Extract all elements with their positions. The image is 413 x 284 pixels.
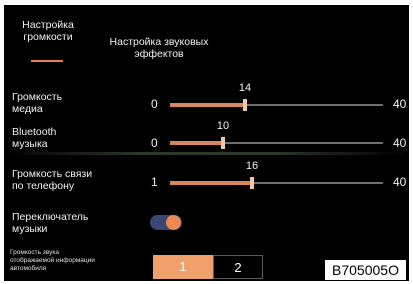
tab-label-line2: эффектов <box>134 48 184 60</box>
music-switch-toggle[interactable] <box>150 215 182 230</box>
image-reference-code: B705005O <box>324 259 407 281</box>
slider-current-value: 10 <box>216 120 230 132</box>
phone-call-volume-min: 1 <box>151 175 158 189</box>
slider-fill <box>170 181 252 185</box>
bluetooth-music-max: 40 <box>393 136 407 150</box>
info-volume-option-2[interactable]: 2 <box>213 255 263 279</box>
bluetooth-music-slider[interactable]: 10 <box>170 120 383 149</box>
info-volume-label: Громкость звука отображаемой информации … <box>10 249 95 272</box>
phone-call-volume-label: Громкость связи по телефону <box>12 168 93 192</box>
slider-current-value: 14 <box>238 82 252 94</box>
media-volume-slider[interactable]: 14 <box>170 82 383 111</box>
tab-sound-effects-settings[interactable]: Настройка звуковых эффектов <box>96 36 222 60</box>
music-switch-label: Переключатель музыки <box>12 211 89 235</box>
slider-current-value: 16 <box>245 160 259 172</box>
slider-thumb[interactable] <box>250 177 254 189</box>
bluetooth-music-min: 0 <box>151 136 158 150</box>
toggle-knob <box>166 215 181 230</box>
tab-label-line2: громкости <box>23 31 73 43</box>
info-volume-option-1[interactable]: 1 <box>153 255 213 279</box>
phone-call-volume-slider[interactable]: 16 <box>170 160 383 189</box>
bluetooth-music-label: Bluetooth музыка <box>12 126 57 150</box>
media-volume-label: Громкость медиа <box>12 91 63 115</box>
tab-label-line1: Настройка <box>22 19 74 31</box>
tab-volume-settings[interactable]: Настройка громкости <box>12 19 84 43</box>
slider-fill <box>170 103 245 107</box>
slider-fill <box>170 141 223 145</box>
active-tab-indicator <box>31 60 63 62</box>
media-volume-max: 40 <box>393 97 407 111</box>
volume-settings-screen: Настройка громкости Настройка звуковых э… <box>4 5 409 281</box>
media-volume-min: 0 <box>151 97 158 111</box>
tab-label-line1: Настройка звуковых <box>109 36 209 48</box>
slider-thumb[interactable] <box>243 99 247 111</box>
section-divider <box>4 152 409 155</box>
slider-thumb[interactable] <box>221 137 225 149</box>
phone-call-volume-max: 40 <box>393 175 407 189</box>
